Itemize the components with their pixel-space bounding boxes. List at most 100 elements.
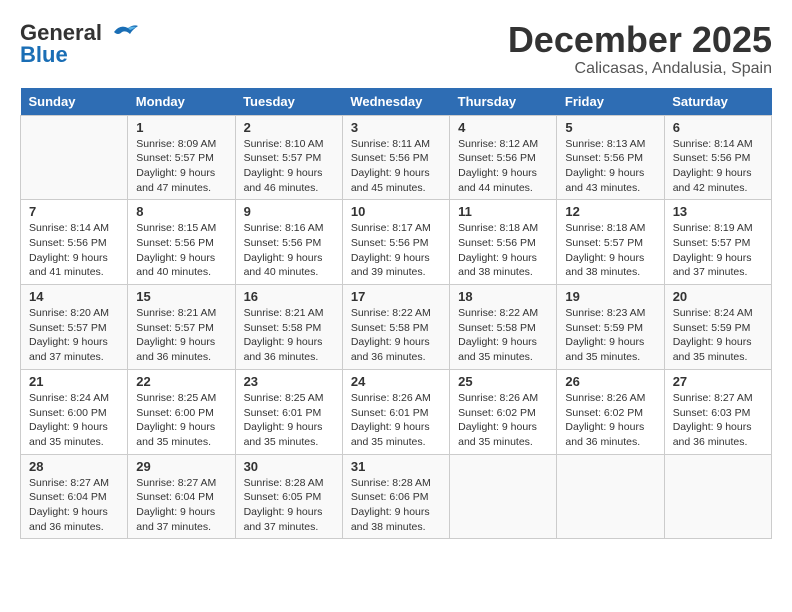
day-info: Sunrise: 8:19 AMSunset: 5:57 PMDaylight:… [673,221,763,280]
day-info: Sunrise: 8:09 AMSunset: 5:57 PMDaylight:… [136,137,226,196]
calendar-week-row: 7 Sunrise: 8:14 AMSunset: 5:56 PMDaylight… [21,200,772,285]
day-info: Sunrise: 8:27 AMSunset: 6:03 PMDaylight:… [673,391,763,450]
header-sunday: Sunday [21,88,128,116]
calendar-cell [21,115,128,200]
day-info: Sunrise: 8:18 AMSunset: 5:57 PMDaylight:… [565,221,655,280]
calendar-cell [557,454,664,539]
day-number: 27 [673,374,763,389]
day-info: Sunrise: 8:12 AMSunset: 5:56 PMDaylight:… [458,137,548,196]
calendar-cell: 3 Sunrise: 8:11 AMSunset: 5:56 PMDaylight… [342,115,449,200]
day-info: Sunrise: 8:22 AMSunset: 5:58 PMDaylight:… [458,306,548,365]
logo: General Blue [20,20,138,68]
calendar-cell: 18 Sunrise: 8:22 AMSunset: 5:58 PMDayligh… [450,285,557,370]
calendar-cell: 4 Sunrise: 8:12 AMSunset: 5:56 PMDaylight… [450,115,557,200]
calendar-cell: 2Sunrise: 8:10 AMSunset: 5:57 PMDaylight… [235,115,342,200]
day-info: Sunrise: 8:20 AMSunset: 5:57 PMDaylight:… [29,306,119,365]
calendar-cell: 28 Sunrise: 8:27 AMSunset: 6:04 PMDayligh… [21,454,128,539]
day-number: 14 [29,289,119,304]
calendar-header-row: SundayMondayTuesdayWednesdayThursdayFrid… [21,88,772,116]
day-info: Sunrise: 8:13 AMSunset: 5:56 PMDaylight:… [565,137,655,196]
day-info: Sunrise: 8:17 AMSunset: 5:56 PMDaylight:… [351,221,441,280]
day-number: 25 [458,374,548,389]
day-info: Sunrise: 8:24 AMSunset: 6:00 PMDaylight:… [29,391,119,450]
calendar-week-row: 1 Sunrise: 8:09 AMSunset: 5:57 PMDaylight… [21,115,772,200]
day-number: 12 [565,204,655,219]
day-info: Sunrise: 8:27 AMSunset: 6:04 PMDaylight:… [29,476,119,535]
calendar-cell: 23Sunrise: 8:25 AMSunset: 6:01 PMDayligh… [235,369,342,454]
day-info: Sunrise: 8:26 AMSunset: 6:02 PMDaylight:… [458,391,548,450]
header-friday: Friday [557,88,664,116]
day-info: Sunrise: 8:28 AMSunset: 6:06 PMDaylight:… [351,476,441,535]
calendar-cell: 10Sunrise: 8:17 AMSunset: 5:56 PMDayligh… [342,200,449,285]
logo-bird-icon [106,22,138,44]
calendar-cell: 19Sunrise: 8:23 AMSunset: 5:59 PMDayligh… [557,285,664,370]
day-number: 26 [565,374,655,389]
header: General Blue December 2025 Calicasas, An… [20,20,772,78]
day-info: Sunrise: 8:27 AMSunset: 6:04 PMDaylight:… [136,476,226,535]
day-number: 30 [244,459,334,474]
day-number: 20 [673,289,763,304]
day-info: Sunrise: 8:22 AMSunset: 5:58 PMDaylight:… [351,306,441,365]
calendar-week-row: 28 Sunrise: 8:27 AMSunset: 6:04 PMDayligh… [21,454,772,539]
calendar-cell: 24Sunrise: 8:26 AMSunset: 6:01 PMDayligh… [342,369,449,454]
day-number: 11 [458,204,548,219]
day-number: 7 [29,204,119,219]
day-number: 1 [136,120,226,135]
calendar-cell: 9 Sunrise: 8:16 AMSunset: 5:56 PMDaylight… [235,200,342,285]
day-number: 21 [29,374,119,389]
calendar-table: SundayMondayTuesdayWednesdayThursdayFrid… [20,88,772,540]
day-info: Sunrise: 8:21 AMSunset: 5:58 PMDaylight:… [244,306,334,365]
day-number: 6 [673,120,763,135]
day-info: Sunrise: 8:21 AMSunset: 5:57 PMDaylight:… [136,306,226,365]
location-subtitle: Calicasas, Andalusia, Spain [508,60,772,78]
day-number: 23 [244,374,334,389]
month-title: December 2025 [508,20,772,60]
calendar-cell: 13 Sunrise: 8:19 AMSunset: 5:57 PMDayligh… [664,200,771,285]
day-number: 18 [458,289,548,304]
calendar-cell: 31Sunrise: 8:28 AMSunset: 6:06 PMDayligh… [342,454,449,539]
calendar-cell: 5Sunrise: 8:13 AMSunset: 5:56 PMDaylight… [557,115,664,200]
day-number: 2 [244,120,334,135]
header-saturday: Saturday [664,88,771,116]
day-number: 4 [458,120,548,135]
calendar-cell: 12 Sunrise: 8:18 AMSunset: 5:57 PMDayligh… [557,200,664,285]
day-info: Sunrise: 8:16 AMSunset: 5:56 PMDaylight:… [244,221,334,280]
calendar-cell: 25 Sunrise: 8:26 AMSunset: 6:02 PMDayligh… [450,369,557,454]
day-info: Sunrise: 8:11 AMSunset: 5:56 PMDaylight:… [351,137,441,196]
calendar-week-row: 21 Sunrise: 8:24 AMSunset: 6:00 PMDayligh… [21,369,772,454]
day-number: 16 [244,289,334,304]
day-number: 22 [136,374,226,389]
calendar-cell [450,454,557,539]
day-info: Sunrise: 8:14 AMSunset: 5:56 PMDaylight:… [29,221,119,280]
calendar-cell: 30 Sunrise: 8:28 AMSunset: 6:05 PMDayligh… [235,454,342,539]
calendar-cell: 6 Sunrise: 8:14 AMSunset: 5:56 PMDaylight… [664,115,771,200]
calendar-cell: 8Sunrise: 8:15 AMSunset: 5:56 PMDaylight… [128,200,235,285]
day-info: Sunrise: 8:14 AMSunset: 5:56 PMDaylight:… [673,137,763,196]
day-number: 8 [136,204,226,219]
day-number: 13 [673,204,763,219]
day-info: Sunrise: 8:25 AMSunset: 6:00 PMDaylight:… [136,391,226,450]
calendar-cell: 26Sunrise: 8:26 AMSunset: 6:02 PMDayligh… [557,369,664,454]
day-info: Sunrise: 8:28 AMSunset: 6:05 PMDaylight:… [244,476,334,535]
day-number: 29 [136,459,226,474]
calendar-cell: 14 Sunrise: 8:20 AMSunset: 5:57 PMDayligh… [21,285,128,370]
day-number: 28 [29,459,119,474]
calendar-cell: 21 Sunrise: 8:24 AMSunset: 6:00 PMDayligh… [21,369,128,454]
calendar-cell: 11Sunrise: 8:18 AMSunset: 5:56 PMDayligh… [450,200,557,285]
calendar-cell: 15Sunrise: 8:21 AMSunset: 5:57 PMDayligh… [128,285,235,370]
day-number: 3 [351,120,441,135]
day-info: Sunrise: 8:26 AMSunset: 6:01 PMDaylight:… [351,391,441,450]
title-area: December 2025 Calicasas, Andalusia, Spai… [508,20,772,78]
calendar-cell: 17 Sunrise: 8:22 AMSunset: 5:58 PMDayligh… [342,285,449,370]
day-number: 9 [244,204,334,219]
calendar-week-row: 14 Sunrise: 8:20 AMSunset: 5:57 PMDayligh… [21,285,772,370]
calendar-cell: 16 Sunrise: 8:21 AMSunset: 5:58 PMDayligh… [235,285,342,370]
day-info: Sunrise: 8:24 AMSunset: 5:59 PMDaylight:… [673,306,763,365]
day-number: 17 [351,289,441,304]
calendar-cell: 1 Sunrise: 8:09 AMSunset: 5:57 PMDaylight… [128,115,235,200]
calendar-cell: 27 Sunrise: 8:27 AMSunset: 6:03 PMDayligh… [664,369,771,454]
calendar-cell: 29 Sunrise: 8:27 AMSunset: 6:04 PMDayligh… [128,454,235,539]
calendar-cell: 22 Sunrise: 8:25 AMSunset: 6:00 PMDayligh… [128,369,235,454]
header-thursday: Thursday [450,88,557,116]
day-number: 19 [565,289,655,304]
